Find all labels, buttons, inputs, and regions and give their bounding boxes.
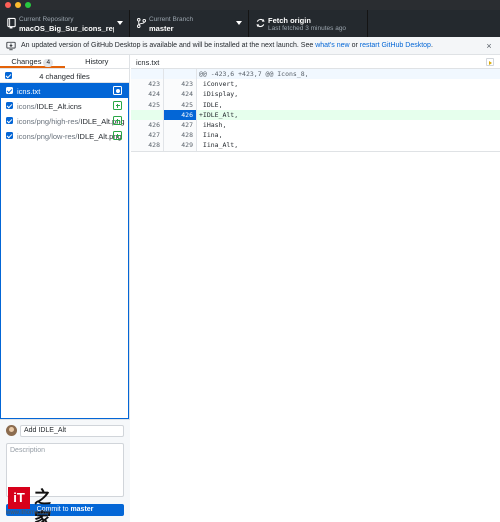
file-item-icns-txt[interactable]: icns.txt: [1, 83, 128, 98]
file-item-idle-alt-png-high[interactable]: icons/png/high-res/IDLE_Alt.png: [1, 113, 128, 128]
old-line-number: 427: [131, 130, 164, 141]
added-icon: [113, 131, 122, 140]
branch-icon: [137, 18, 146, 28]
diff-code: iConvert,: [199, 80, 239, 89]
file-path: icons/png/high-res/IDLE_Alt.png: [17, 117, 125, 126]
avatar: [6, 425, 17, 436]
added-icon: [113, 101, 122, 110]
minimize-window-button[interactable]: [15, 2, 21, 8]
chevron-down-icon: [236, 21, 242, 25]
diff-code: Iina_Alt,: [199, 141, 239, 150]
diff-code: @@ -423,6 +423,7 @@ Icons_8,: [197, 69, 500, 80]
old-line-number: [131, 69, 164, 80]
new-line-number: 425: [164, 99, 197, 110]
commit-button-branch: master: [70, 506, 94, 513]
diff-header: icns.txt: [131, 55, 500, 69]
tab-history-label: History: [85, 57, 109, 66]
branch-label: Current Branch: [149, 16, 194, 23]
desktop-download-icon: [6, 41, 16, 50]
diff-options-icon[interactable]: [486, 58, 494, 66]
window-title-bar: [0, 0, 500, 10]
file-checkbox[interactable]: [6, 87, 13, 94]
diff-code: Iina,: [199, 131, 223, 140]
old-line-number: 424: [131, 89, 164, 100]
changed-files-count: 4 changed files: [39, 72, 90, 81]
file-item-idle-alt-icns[interactable]: icons/IDLE_Alt.icns: [1, 98, 128, 113]
current-repository-dropdown[interactable]: Current Repository macOS_Big_Sur_icons_r…: [0, 10, 130, 37]
sync-icon: [256, 18, 265, 28]
watermark-logo: iT 之家 www.ithome.com: [4, 483, 64, 522]
file-path: icns.txt: [17, 87, 41, 96]
diff-file-name: icns.txt: [136, 58, 160, 67]
tab-history[interactable]: History: [65, 55, 130, 68]
diff-code: iDisplay,: [199, 90, 239, 99]
sidebar: Changes 4 History 4 changed files icns.tx…: [0, 55, 130, 522]
diff-line-added[interactable]: 426 +IDLE_Alt,: [131, 109, 500, 120]
tab-changes-label: Changes: [11, 57, 42, 66]
file-checkbox[interactable]: [6, 117, 13, 124]
diff-view: @@ -423,6 +423,7 @@ Icons_8, 423 423 iCo…: [131, 69, 500, 152]
file-path: icons/IDLE_Alt.icns: [17, 102, 82, 111]
update-banner: An updated version of GitHub Desktop is …: [0, 37, 500, 55]
tab-changes[interactable]: Changes 4: [0, 55, 65, 68]
last-fetched-text: Last fetched 3 minutes ago: [268, 25, 347, 32]
banner-text: An updated version of GitHub Desktop is …: [21, 42, 314, 49]
banner-or: or: [351, 42, 358, 49]
chevron-down-icon: [117, 21, 123, 25]
old-line-number: [131, 109, 164, 120]
current-branch-dropdown[interactable]: Current Branch master: [130, 10, 249, 37]
diff-line[interactable]: 428 429 Iina_Alt,: [131, 140, 500, 151]
old-line-number: 423: [131, 79, 164, 90]
new-line-number: 423: [164, 79, 197, 90]
file-checkbox[interactable]: [6, 132, 13, 139]
close-icon[interactable]: ×: [484, 41, 494, 51]
file-path: icons/png/low-res/IDLE_Alt.png: [17, 132, 122, 141]
watermark-url: www.ithome.com: [6, 510, 52, 516]
old-line-number: 425: [131, 99, 164, 110]
diff-code: iHash,: [199, 120, 227, 129]
old-line-number: 426: [131, 119, 164, 131]
diff-code: +IDLE_Alt,: [197, 109, 500, 120]
changed-file-list: icns.txt icons/IDLE_Alt.icns icons/png/h…: [0, 83, 129, 419]
diff-line[interactable]: 423 423 iConvert,: [131, 79, 500, 90]
new-line-number[interactable]: 426: [164, 109, 197, 120]
watermark-zh: 之家: [34, 488, 51, 522]
banner-message: An updated version of GitHub Desktop is …: [21, 42, 433, 49]
branch-name: master: [149, 24, 174, 33]
diff-line[interactable]: 426 427 iHash,: [131, 119, 500, 131]
diff-line[interactable]: 425 425 IDLE,: [131, 99, 500, 110]
watermark-it: iT: [8, 487, 30, 509]
new-line-number: [164, 69, 197, 80]
added-icon: [113, 116, 122, 125]
file-item-idle-alt-png-low[interactable]: icons/png/low-res/IDLE_Alt.png: [1, 128, 128, 143]
file-checkbox[interactable]: [6, 102, 13, 109]
new-line-number: 428: [164, 130, 197, 141]
diff-line[interactable]: 424 424 iDisplay,: [131, 89, 500, 100]
old-line-number: 428: [131, 140, 164, 151]
sidebar-tabs: Changes 4 History: [0, 55, 129, 69]
zoom-window-button[interactable]: [25, 2, 31, 8]
whats-new-link[interactable]: what's new: [315, 42, 349, 49]
changed-files-header: 4 changed files: [0, 69, 129, 83]
diff-hunk-header: @@ -423,6 +423,7 @@ Icons_8,: [131, 69, 500, 80]
repository-name: macOS_Big_Sur_icons_repla...: [19, 24, 114, 33]
changes-count-badge: 4: [43, 59, 54, 67]
new-line-number: 424: [164, 89, 197, 100]
repository-label: Current Repository: [19, 16, 74, 23]
fetch-origin-label: Fetch origin: [268, 16, 311, 25]
repo-icon: [7, 17, 16, 29]
diff-line[interactable]: 427 428 Iina,: [131, 130, 500, 141]
new-line-number: 429: [164, 140, 197, 151]
fetch-origin-button[interactable]: Fetch origin Last fetched 3 minutes ago: [249, 10, 368, 37]
restart-link[interactable]: restart GitHub Desktop: [360, 42, 431, 49]
diff-code: IDLE,: [199, 100, 223, 109]
toolbar: Current Repository macOS_Big_Sur_icons_r…: [0, 10, 500, 37]
modified-icon: [113, 86, 122, 95]
banner-period: .: [430, 42, 433, 49]
new-line-number: 427: [164, 119, 197, 131]
commit-summary-input[interactable]: Add IDLE_Alt: [20, 425, 124, 437]
close-window-button[interactable]: [5, 2, 11, 8]
